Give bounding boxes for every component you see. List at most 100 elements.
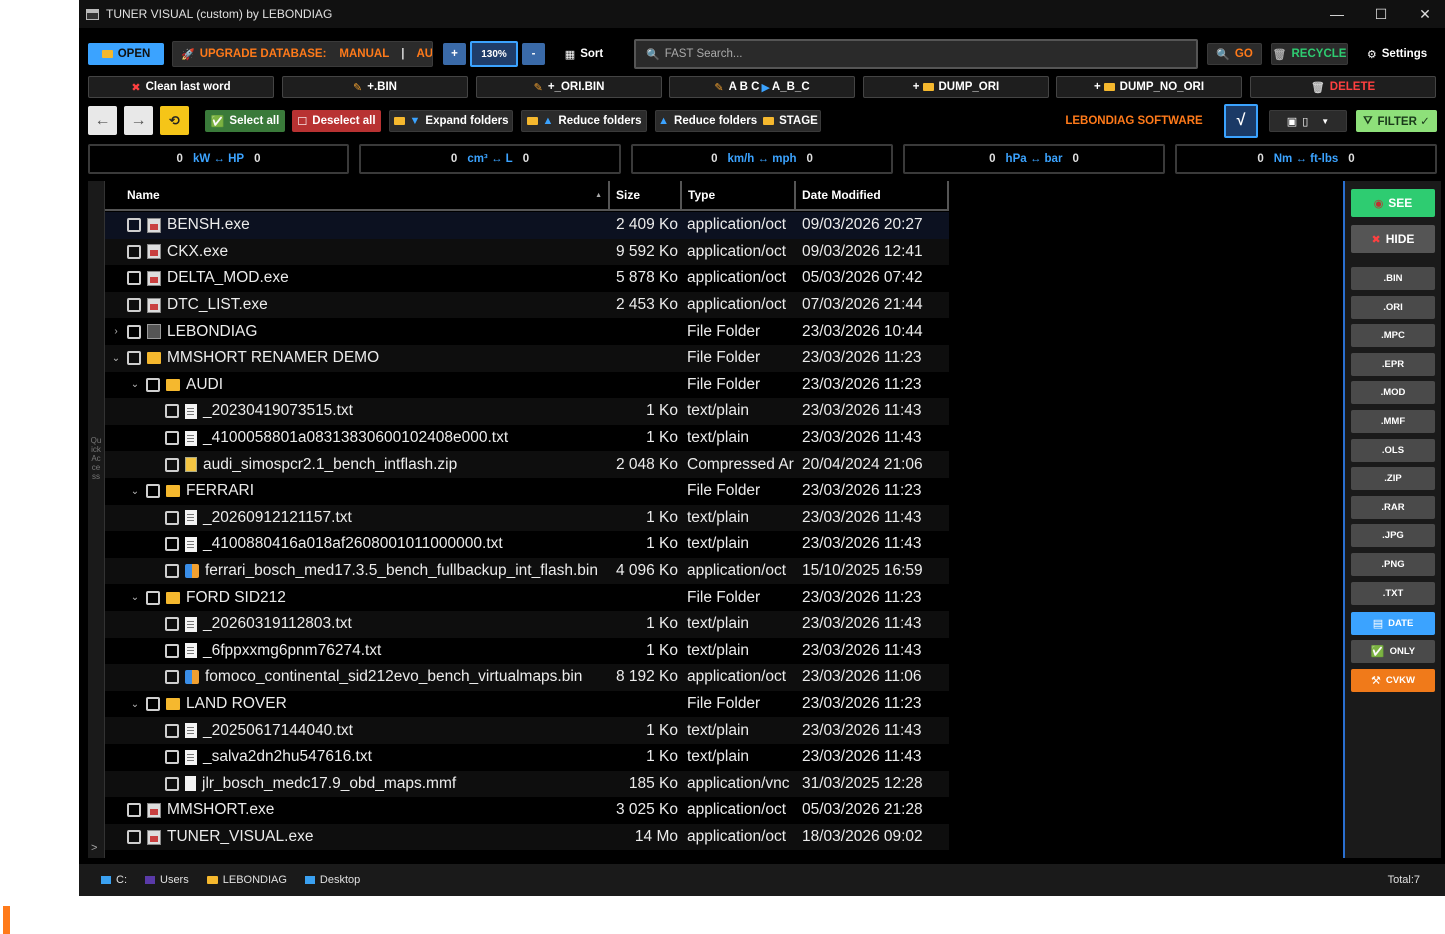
- row-checkbox[interactable]: [165, 617, 179, 632]
- table-row[interactable]: jlr_bosch_medc17.9_obd_maps.mmf 185 Ko app…: [105, 770, 949, 798]
- quick-access-expand[interactable]: >: [91, 842, 97, 854]
- minimize-button[interactable]: —: [1315, 0, 1359, 28]
- sort-button[interactable]: ▦ Sort: [559, 43, 609, 65]
- row-checkbox[interactable]: [146, 590, 160, 605]
- ext-filter-jpg[interactable]: .JPG: [1351, 524, 1435, 548]
- ext-filter-ols[interactable]: .OLS: [1351, 438, 1435, 462]
- table-row[interactable]: ⌄ MMSHORT RENAMER DEMO File Folder 23/03/20…: [105, 345, 949, 372]
- row-checkbox[interactable]: [127, 218, 141, 233]
- table-row[interactable]: ⌄ FORD SID212 File Folder 23/03/2026 11:23: [105, 584, 949, 611]
- row-checkbox[interactable]: [165, 537, 179, 552]
- row-checkbox[interactable]: [127, 244, 141, 259]
- expand-toggle-icon[interactable]: ⌄: [109, 353, 123, 364]
- table-row[interactable]: ⌄ FERRARI File Folder 23/03/2026 11:23: [105, 478, 949, 505]
- ext-filter-mod[interactable]: .MOD: [1351, 381, 1435, 405]
- table-row[interactable]: audi_simospcr2.1_bench_intflash.zip 2 048…: [105, 451, 949, 478]
- column-type[interactable]: Type: [682, 181, 796, 209]
- column-date[interactable]: Date Modified: [796, 181, 949, 209]
- quick-access-strip[interactable]: Quick Access >: [88, 181, 105, 858]
- row-checkbox[interactable]: [165, 776, 179, 791]
- row-checkbox[interactable]: [127, 324, 141, 339]
- table-row[interactable]: CKX.exe 9 592 Ko application/oct 09/03/2026…: [105, 238, 949, 266]
- auto-button[interactable]: AUTO: [416, 48, 432, 60]
- row-checkbox[interactable]: [165, 750, 179, 765]
- reduce-folders-button[interactable]: ▲ Reduce folders: [521, 110, 647, 132]
- table-row[interactable]: _20230419073515.txt 1 Ko text/plain 23/03/2…: [105, 398, 949, 425]
- confirm-button[interactable]: √: [1224, 104, 1258, 138]
- row-checkbox[interactable]: [165, 457, 179, 472]
- ext-filter-mpc[interactable]: .MPC: [1351, 324, 1435, 348]
- breadcrumb-drive[interactable]: C:: [101, 874, 127, 886]
- see-button[interactable]: ◉ SEE: [1351, 189, 1435, 217]
- row-checkbox[interactable]: [165, 670, 179, 685]
- manual-button[interactable]: MANUAL: [339, 48, 389, 60]
- ext-filter-epr[interactable]: .EPR: [1351, 352, 1435, 376]
- dump-no-ori-button[interactable]: + DUMP_NO_ORI: [1056, 76, 1242, 98]
- settings-button[interactable]: ⚙ Settings: [1362, 43, 1432, 65]
- row-checkbox[interactable]: [127, 271, 141, 286]
- filter-button[interactable]: ⛛ FILTER ✓: [1356, 110, 1437, 132]
- table-row[interactable]: ferrari_bosch_med17.3.5_bench_fullbackup…: [105, 557, 949, 585]
- table-row[interactable]: _salva2dn2hu547616.txt 1 Ko text/plain 23/0…: [105, 744, 949, 771]
- recycle-button[interactable]: 🗑 RECYCLE: [1271, 43, 1348, 65]
- zoom-out-button[interactable]: -: [522, 43, 545, 65]
- back-button[interactable]: ←: [88, 106, 117, 135]
- reduce-folders-stage-button[interactable]: ▲ Reduce folders STAGE: [655, 110, 821, 132]
- converter-hpa-bar[interactable]: 0 hPa ↔ bar 0: [903, 144, 1165, 174]
- column-size[interactable]: Size: [610, 181, 682, 209]
- table-row[interactable]: DELTA_MOD.exe 5 878 Ko application/oct 05/0…: [105, 265, 949, 292]
- table-row[interactable]: ⌄ AUDI File Folder 23/03/2026 11:23: [105, 372, 949, 399]
- expand-toggle-icon[interactable]: ⌄: [128, 379, 142, 390]
- maximize-button[interactable]: ☐: [1359, 0, 1403, 28]
- row-checkbox[interactable]: [165, 643, 179, 658]
- go-button[interactable]: 🔍 GO: [1207, 43, 1262, 65]
- refresh-button[interactable]: ⟲: [160, 106, 189, 135]
- table-row[interactable]: BENSH.exe 2 409 Ko application/oct 09/03/20…: [105, 212, 949, 239]
- ext-filter-txt[interactable]: .TXT: [1351, 581, 1435, 605]
- table-row[interactable]: _4100058801a08313830600102408e000.txt 1 K…: [105, 425, 949, 452]
- forward-button[interactable]: →: [124, 106, 153, 135]
- row-checkbox[interactable]: [127, 803, 141, 818]
- table-row[interactable]: MMSHORT.exe 3 025 Ko application/oct 05/03/…: [105, 797, 949, 824]
- converter-kw-hp[interactable]: 0 kW ↔ HP 0: [88, 144, 349, 174]
- add-bin-button[interactable]: ✎ +.BIN: [282, 76, 468, 98]
- row-checkbox[interactable]: [146, 377, 160, 392]
- row-checkbox[interactable]: [146, 484, 160, 499]
- converter-kmh-mph[interactable]: 0 km/h ↔ mph 0: [631, 144, 893, 174]
- table-row[interactable]: ⌄ LAND ROVER File Folder 23/03/2026 11:23: [105, 691, 949, 718]
- converter-cm3-l[interactable]: 0 cm³ ↔ L0: [359, 144, 621, 174]
- table-row[interactable]: _20250617144040.txt 1 Ko text/plain 23/03/2…: [105, 717, 949, 744]
- ext-filter-ori[interactable]: .ORI: [1351, 295, 1435, 319]
- table-row[interactable]: TUNER_VISUAL.exe 14 Mo application/oct 18/0…: [105, 823, 949, 851]
- row-checkbox[interactable]: [127, 351, 141, 366]
- ext-filter-rar[interactable]: .RAR: [1351, 495, 1435, 519]
- delete-button[interactable]: 🗑 DELETE: [1250, 76, 1436, 98]
- select-all-button[interactable]: ✅ Select all: [205, 110, 285, 132]
- only-filter-button[interactable]: ✅ ONLY: [1351, 640, 1435, 663]
- column-name[interactable]: Name ▲: [105, 181, 610, 209]
- close-button[interactable]: ✕: [1403, 0, 1445, 28]
- date-filter-button[interactable]: ▤ DATE: [1351, 612, 1435, 635]
- file-list[interactable]: Name ▲ Size Type Date Modified BENSH.exe 2…: [105, 181, 1341, 858]
- expand-folders-button[interactable]: ▼ Expand folders: [389, 110, 513, 132]
- table-row[interactable]: › LEBONDIAG File Folder 23/03/2026 10:44: [105, 318, 949, 345]
- ext-filter-png[interactable]: .PNG: [1351, 553, 1435, 576]
- table-row[interactable]: _6fppxxmg6pnm76274.txt 1 Ko text/plain 23/0…: [105, 638, 949, 665]
- abc-replace-button[interactable]: ✎ A B C ▶ A_B_C: [669, 76, 855, 98]
- row-checkbox[interactable]: [165, 404, 179, 419]
- breadcrumb-desktop[interactable]: Desktop: [304, 874, 360, 886]
- breadcrumb-users[interactable]: Users: [145, 874, 189, 886]
- clean-last-word-button[interactable]: ✖ Clean last word: [88, 76, 274, 98]
- add-ori-bin-button[interactable]: ✎ +_ORI.BIN: [476, 76, 662, 98]
- breadcrumb-lebondiag[interactable]: LEBONDIAG: [206, 874, 287, 886]
- image-filter-dropdown[interactable]: ▣ ▯ ▼: [1269, 110, 1347, 132]
- deselect-all-button[interactable]: ☐ Deselect all: [292, 110, 381, 132]
- expand-toggle-icon[interactable]: ›: [109, 326, 123, 337]
- ext-filter-zip[interactable]: .ZIP: [1351, 467, 1435, 491]
- row-checkbox[interactable]: [146, 697, 160, 712]
- row-checkbox[interactable]: [165, 723, 179, 738]
- search-input[interactable]: 🔍 FAST Search...: [634, 39, 1198, 69]
- table-row[interactable]: _20260319112803.txt 1 Ko text/plain 23/03/2…: [105, 611, 949, 638]
- table-row[interactable]: fomoco_continental_sid212evo_bench_virtu…: [105, 664, 949, 691]
- row-checkbox[interactable]: [165, 431, 179, 446]
